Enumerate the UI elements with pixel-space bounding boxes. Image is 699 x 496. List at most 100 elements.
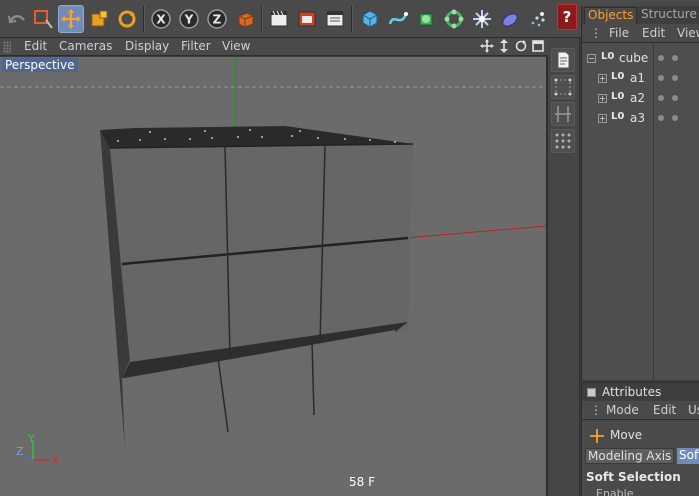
mode-tool-strip (548, 38, 580, 496)
render-visibility-dot[interactable] (672, 95, 678, 101)
objects-menu-edit[interactable]: Edit (642, 26, 665, 40)
objects-menu-grip-icon[interactable]: ⋮ (590, 26, 602, 40)
attributes-menu-bar: ⋮ Mode Edit User (582, 402, 699, 420)
editor-visibility-dot[interactable] (658, 55, 664, 61)
null-object-icon: L0 (611, 111, 625, 122)
polygons-mode-button[interactable] (551, 129, 575, 153)
live-selection-icon[interactable] (30, 5, 56, 33)
object-name[interactable]: cube (619, 51, 648, 65)
attributes-header: Attributes (582, 383, 699, 401)
points-mode-button[interactable] (551, 75, 575, 99)
objects-panel: Objects Structure ⋮ File Edit View − L0 … (581, 6, 699, 380)
object-tree: − L0 cube + L0 a1 + L0 a2 + L0 a3 (582, 44, 699, 380)
deformer-icon[interactable] (469, 5, 495, 33)
expand-toggle-icon[interactable]: + (598, 74, 607, 83)
svg-text:Y: Y (184, 13, 194, 27)
move-tool-icon (590, 429, 604, 443)
editor-visibility-dot[interactable] (658, 115, 664, 121)
scene-render: Y Z X (0, 57, 546, 466)
spline-icon[interactable] (385, 5, 411, 33)
axis-label-y: Y (27, 432, 35, 445)
objects-menu-bar: ⋮ File Edit View (582, 25, 699, 43)
camera-label: Perspective (2, 58, 78, 72)
expand-toggle-icon[interactable]: + (598, 94, 607, 103)
cube-primitive-icon[interactable] (357, 5, 383, 33)
object-name[interactable]: a1 (630, 71, 645, 85)
array-icon[interactable] (441, 5, 467, 33)
attributes-menu-grip-icon[interactable]: ⋮ (590, 403, 602, 417)
null-object-icon: L0 (611, 71, 625, 82)
render-settings-icon[interactable] (322, 5, 348, 33)
rotate-view-icon[interactable] (514, 39, 528, 53)
perspective-viewport[interactable]: Y Z X Perspective 58 F (0, 57, 548, 496)
model-mode-button[interactable] (551, 48, 575, 72)
tab-objects[interactable]: Objects (584, 7, 638, 24)
toolbar-separator (261, 6, 263, 32)
viewport-menu-edit[interactable]: Edit (24, 39, 47, 53)
null-object-icon: L0 (611, 91, 625, 102)
z-axis-lock-icon[interactable]: Z (204, 5, 230, 33)
maximize-view-icon[interactable] (531, 39, 545, 53)
viewport-menu-filter[interactable]: Filter (181, 39, 211, 53)
section-title: Soft Selection (586, 470, 681, 484)
objects-menu-file[interactable]: File (609, 26, 629, 40)
render-visibility-dot[interactable] (672, 75, 678, 81)
rotate-icon[interactable] (114, 5, 140, 33)
attributes-menu-mode[interactable]: Mode (606, 403, 639, 417)
tab-structure[interactable]: Structure (638, 7, 699, 24)
active-tool-name: Move (610, 428, 643, 442)
expand-toggle-icon[interactable]: + (598, 114, 607, 123)
render-view-icon[interactable] (266, 5, 292, 33)
x-axis-lock-icon[interactable]: X (148, 5, 174, 33)
light-icon[interactable] (525, 5, 551, 33)
move-icon[interactable] (58, 5, 84, 33)
y-axis-lock-icon[interactable]: Y (176, 5, 202, 33)
object-row-a1[interactable]: + L0 a1 (582, 68, 699, 88)
axis-label-z: Z (16, 445, 24, 458)
panel-grip-icon[interactable] (3, 41, 11, 53)
frame-counter: 58 F (349, 475, 375, 489)
svg-text:Z: Z (213, 13, 222, 27)
world-x-axis (404, 225, 546, 239)
viewport-menu-view[interactable]: View (222, 39, 250, 53)
axis-label-x: X (52, 453, 60, 466)
tab-modeling-axis[interactable]: Modeling Axis (585, 448, 675, 464)
zoom-view-icon[interactable] (497, 39, 511, 53)
editor-visibility-dot[interactable] (658, 95, 664, 101)
help-button[interactable]: ? (557, 4, 577, 30)
object-name[interactable]: a2 (630, 91, 645, 105)
object-row-cube[interactable]: − L0 cube (582, 48, 699, 68)
object-row-a2[interactable]: + L0 a2 (582, 88, 699, 108)
objects-menu-view[interactable]: View (677, 26, 699, 40)
attributes-menu-edit[interactable]: Edit (653, 403, 676, 417)
viewport-menu-display[interactable]: Display (125, 39, 169, 53)
collapse-toggle-icon[interactable]: − (587, 54, 596, 63)
attributes-panel: Attributes ⋮ Mode Edit User Move Modelin… (581, 382, 699, 496)
nurbs-icon[interactable] (413, 5, 439, 33)
render-visibility-dot[interactable] (672, 115, 678, 121)
tab-soft-selection[interactable]: Soft (677, 448, 699, 464)
attribute-tabs: Modeling Axis Soft (585, 448, 699, 464)
null-object-icon: L0 (601, 51, 615, 62)
column-divider (653, 44, 654, 380)
object-name[interactable]: a3 (630, 111, 645, 125)
viewport-menu-bar: Edit Cameras Display Filter View (0, 38, 548, 56)
viewport-menu-cameras[interactable]: Cameras (59, 39, 112, 53)
toolbar-separator (143, 6, 145, 32)
toolbar-separator (351, 6, 353, 32)
attributes-menu-user[interactable]: User (688, 403, 699, 417)
render-picture-viewer-icon[interactable] (294, 5, 320, 33)
scene-icon[interactable] (497, 5, 523, 33)
editor-visibility-dot[interactable] (658, 75, 664, 81)
world-coordinate-icon[interactable] (232, 5, 258, 33)
object-row-a3[interactable]: + L0 a3 (582, 108, 699, 128)
attributes-title: Attributes (602, 385, 662, 399)
undo-icon[interactable] (4, 5, 30, 33)
edges-mode-button[interactable] (551, 102, 575, 126)
pan-view-icon[interactable] (480, 39, 494, 53)
enable-label: Enable (596, 487, 634, 496)
scale-icon[interactable] (86, 5, 112, 33)
rubiks-cube-mesh (100, 126, 414, 450)
panel-icon[interactable] (587, 388, 596, 397)
render-visibility-dot[interactable] (672, 55, 678, 61)
